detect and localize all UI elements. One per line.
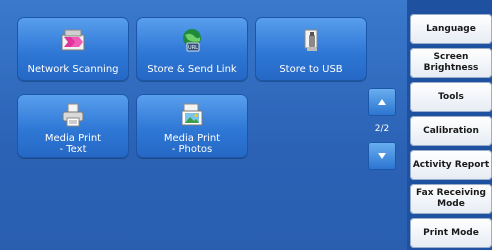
media-print-text-icon [62, 103, 84, 127]
page-up-button[interactable] [368, 88, 396, 116]
activity-report-button[interactable]: Activity Report [410, 150, 492, 180]
page-indicator: 2/2 [374, 124, 390, 134]
media-print-text-button[interactable]: Media Print - Text [17, 94, 129, 158]
print-mode-button[interactable]: Print Mode [410, 218, 492, 248]
pager: 2/2 [368, 88, 396, 170]
tile-label: Media Print - Text [44, 133, 102, 155]
store-to-usb-icon [304, 29, 318, 51]
svg-text:URL: URL [188, 45, 198, 51]
tile-label: Media Print - Photos [163, 133, 221, 155]
media-print-photos-icon [181, 103, 203, 126]
store-send-link-button[interactable]: URL Store & Send Link [136, 17, 248, 81]
arrow-down-icon [378, 153, 386, 159]
language-button[interactable]: Language [410, 14, 492, 44]
tile-label: Network Scanning [27, 64, 119, 75]
store-to-usb-button[interactable]: Store to USB [255, 17, 367, 81]
page-down-button[interactable] [368, 142, 396, 170]
main-screen: Network Scanning URL Store & Send Link S… [0, 0, 492, 250]
screen-brightness-button[interactable]: Screen Brightness [410, 48, 492, 78]
side-menu: Language Screen Brightness Tools Calibra… [407, 0, 492, 250]
tile-label: Store & Send Link [147, 64, 237, 75]
store-send-link-icon: URL [183, 29, 201, 52]
network-scanning-button[interactable]: Network Scanning [17, 17, 129, 81]
tools-button[interactable]: Tools [410, 82, 492, 112]
network-scanning-icon [61, 29, 85, 51]
media-print-photos-button[interactable]: Media Print - Photos [136, 94, 248, 158]
calibration-button[interactable]: Calibration [410, 116, 492, 146]
tile-label: Store to USB [279, 64, 343, 75]
arrow-up-icon [378, 99, 386, 105]
services-panel: Network Scanning URL Store & Send Link S… [0, 0, 410, 250]
fax-receiving-mode-button[interactable]: Fax Receiving Mode [410, 184, 492, 214]
